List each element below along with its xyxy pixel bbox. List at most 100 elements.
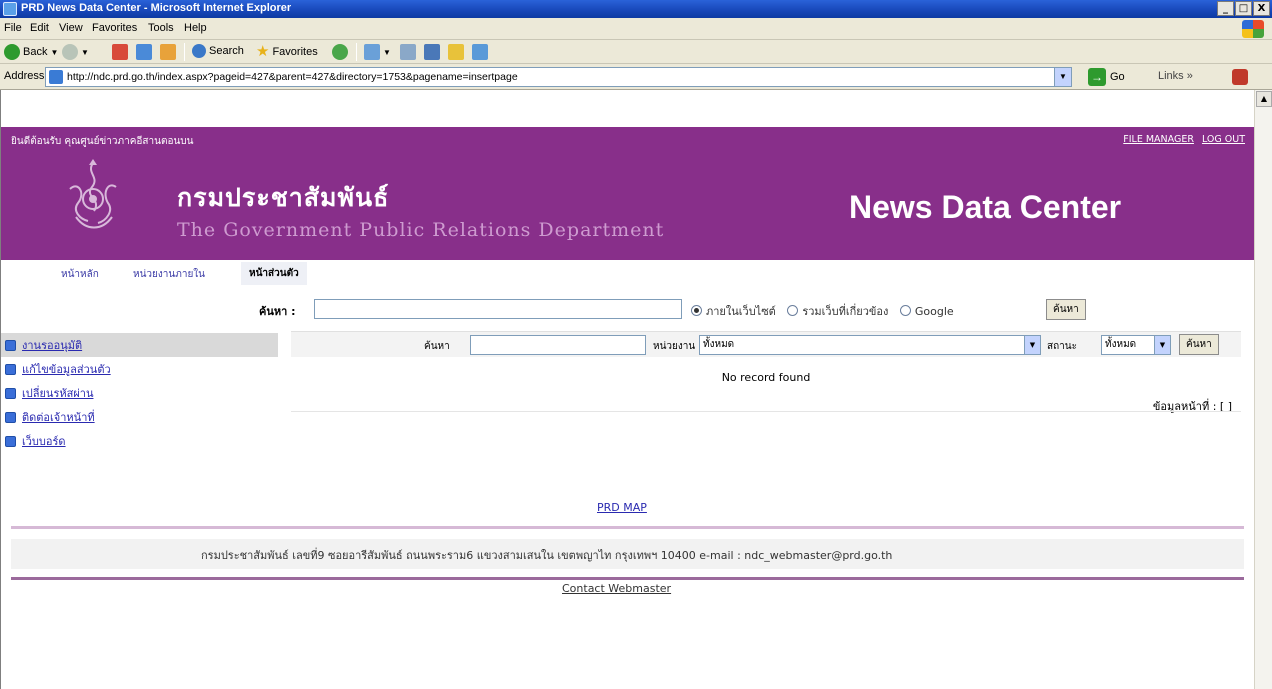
department-name-english: The Government Public Relations Departme… — [177, 219, 665, 241]
search-scope-internal-label: ภายในเว็บไซต์ — [706, 305, 776, 318]
go-arrow-icon: → — [1088, 68, 1106, 86]
search-scope-related-label: รวมเว็บที่เกี่ยวข้อง — [802, 305, 889, 318]
bullet-icon — [5, 339, 16, 351]
radio-icon — [899, 305, 911, 316]
toolbar-extension-icon[interactable] — [1232, 69, 1248, 85]
minimize-button[interactable]: _ — [1217, 1, 1234, 16]
mail-button[interactable]: ▼ — [364, 44, 391, 60]
dropdown-arrow-icon: ▼ — [383, 47, 391, 57]
refresh-button[interactable] — [136, 44, 152, 60]
home-icon — [160, 44, 176, 60]
search-input[interactable] — [314, 299, 682, 319]
scroll-up-icon[interactable]: ▲ — [1256, 91, 1272, 107]
go-button[interactable]: → Go — [1088, 68, 1125, 86]
empty-results-message: No record found — [721, 371, 811, 384]
dropdown-arrow-icon: ▼ — [50, 47, 59, 57]
menu-view[interactable]: View — [59, 22, 83, 34]
sidebar-item-label: เปลี่ยนรหัสผ่าน — [22, 387, 94, 400]
page-icon — [49, 70, 63, 84]
browser-toolbar: Back ▼ ▼ Search ★ Favorites ▼ — [0, 40, 1272, 64]
footer-divider-dark — [11, 577, 1244, 580]
menu-file[interactable]: File — [4, 22, 22, 34]
nav-personal-page[interactable]: หน้าส่วนตัว — [241, 262, 307, 285]
top-links: FILE MANAGER LOG OUT — [1123, 134, 1245, 145]
menu-tools[interactable]: Tools — [148, 22, 174, 34]
history-button[interactable] — [332, 44, 348, 60]
department-name-thai: กรมประชาสัมพันธ์ — [177, 183, 390, 212]
unit-select[interactable]: ทั้งหมด ▼ — [699, 335, 1041, 355]
toolbar-separator — [184, 43, 185, 61]
garuda-emblem-icon — [69, 159, 117, 229]
search-scope-options: ภายในเว็บไซต์ รวมเว็บที่เกี่ยวข้อง Googl… — [691, 302, 962, 320]
status-select[interactable]: ทั้งหมด ▼ — [1101, 335, 1171, 355]
windows-logo-icon — [1242, 20, 1264, 38]
search-scope-internal[interactable]: ภายในเว็บไซต์ — [691, 305, 776, 318]
vertical-scrollbar[interactable]: ▲ — [1254, 90, 1272, 689]
home-button[interactable] — [160, 44, 176, 60]
search-button[interactable]: Search — [192, 44, 244, 58]
nav-home[interactable]: หน้าหลัก — [61, 267, 99, 282]
footer-address-bar: กรมประชาสัมพันธ์ เลขที่9 ซอยอารีสัมพันธ์… — [11, 539, 1244, 569]
search-scope-google-label: Google — [914, 305, 954, 318]
search-scope-google[interactable]: Google — [899, 305, 954, 318]
messenger-button[interactable] — [472, 44, 488, 60]
chevron-down-icon: ▼ — [1024, 336, 1040, 354]
menu-favorites[interactable]: Favorites — [92, 22, 137, 34]
sidebar-menu: งานรออนุมัติ แก้ไขข้อมูลส่วนตัว เปลี่ยนร… — [1, 333, 278, 453]
address-bar: Address http://ndc.prd.go.th/index.aspx?… — [0, 64, 1272, 90]
address-dropdown-button[interactable]: ▼ — [1054, 68, 1071, 86]
nav-internal-units[interactable]: หน่วยงานภายใน — [133, 267, 205, 282]
forward-button[interactable]: ▼ — [62, 44, 89, 60]
edit-page-icon — [424, 44, 440, 60]
filter-search-button[interactable]: ค้นหา — [1179, 334, 1219, 355]
site-search: ค้นหา : ภายในเว็บไซต์ รวมเว็บที่เกี่ยวข้… — [1, 297, 1254, 321]
go-label: Go — [1110, 71, 1125, 83]
radio-selected-icon — [691, 305, 702, 316]
links-button[interactable]: Links » — [1158, 70, 1193, 82]
maximize-button[interactable]: □ — [1235, 1, 1252, 16]
sidebar-item-pending-approval[interactable]: งานรออนุมัติ — [1, 333, 278, 357]
filter-status-label: สถานะ — [1047, 341, 1077, 352]
file-manager-link[interactable]: FILE MANAGER — [1123, 134, 1194, 145]
favorites-button[interactable]: ★ Favorites — [256, 44, 318, 59]
back-arrow-icon — [4, 44, 20, 60]
main-navigation: หน้าหลัก หน่วยงานภายใน หน้าส่วนตัว — [1, 260, 1254, 287]
print-button[interactable] — [400, 44, 416, 60]
sidebar-item-label: ติดต่อเจ้าหน้าที่ — [22, 411, 95, 424]
bullet-icon — [5, 435, 16, 447]
discuss-button[interactable] — [448, 44, 464, 60]
back-button[interactable]: Back ▼ — [4, 44, 58, 60]
forward-arrow-icon — [62, 44, 78, 60]
radio-icon — [787, 305, 799, 316]
edit-button[interactable] — [424, 44, 440, 60]
address-input[interactable]: http://ndc.prd.go.th/index.aspx?pageid=4… — [45, 67, 1072, 87]
sidebar-item-edit-profile[interactable]: แก้ไขข้อมูลส่วนตัว — [1, 357, 278, 381]
ie-app-icon — [3, 2, 17, 16]
bullet-icon — [5, 363, 16, 375]
search-label: Search — [209, 45, 244, 57]
sidebar-item-change-password[interactable]: เปลี่ยนรหัสผ่าน — [1, 381, 278, 405]
close-button[interactable]: X — [1253, 1, 1270, 16]
filter-search-input[interactable] — [470, 335, 646, 355]
menu-edit[interactable]: Edit — [30, 22, 49, 34]
stop-button[interactable] — [112, 44, 128, 60]
menu-help[interactable]: Help — [184, 22, 207, 34]
page-viewport: ยินดีต้อนรับ คุณศูนย์ข่าวภาคอีสานตอนบน F… — [0, 90, 1254, 689]
footer-divider — [11, 526, 1244, 529]
sidebar-item-contact-staff[interactable]: ติดต่อเจ้าหน้าที่ — [1, 405, 278, 429]
sidebar-item-webboard[interactable]: เว็บบอร์ด — [1, 429, 278, 453]
messenger-icon — [472, 44, 488, 60]
window-controls: _ □ X — [1217, 1, 1270, 16]
refresh-icon — [136, 44, 152, 60]
prd-map-link[interactable]: PRD MAP — [597, 501, 647, 514]
filter-unit-label: หน่วยงาน — [653, 341, 696, 352]
status-select-value: ทั้งหมด — [1105, 339, 1137, 350]
logout-link[interactable]: LOG OUT — [1202, 134, 1245, 145]
filter-search-label: ค้นหา — [424, 341, 450, 352]
search-scope-related[interactable]: รวมเว็บที่เกี่ยวข้อง — [787, 305, 888, 318]
stop-icon — [112, 44, 128, 60]
search-button[interactable]: ค้นหา — [1046, 299, 1086, 320]
contact-webmaster-link[interactable]: Contact Webmaster — [562, 582, 671, 595]
address-label: Address — [4, 70, 45, 82]
window-title: PRD News Data Center - Microsoft Interne… — [21, 2, 292, 14]
